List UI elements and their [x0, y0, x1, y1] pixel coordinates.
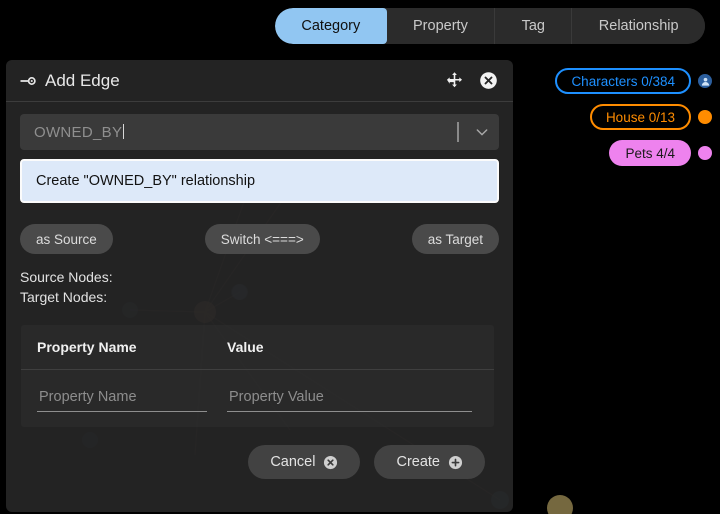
dot-icon	[698, 110, 712, 124]
category-legend: Characters 0/384 House 0/13 Pets 4/4	[555, 68, 712, 166]
combobox-divider	[457, 122, 459, 142]
view-tabs[interactable]: Category Property Tag Relationship	[275, 8, 705, 44]
role-button-row: as Source Switch <===> as Target	[20, 224, 499, 254]
property-value-input[interactable]	[227, 386, 472, 412]
tab-relationship[interactable]: Relationship	[572, 8, 705, 44]
legend-chip-pets[interactable]: Pets 4/4	[609, 140, 691, 166]
column-header-property-name: Property Name	[37, 339, 227, 355]
tab-category[interactable]: Category	[275, 8, 387, 44]
relationship-type-input[interactable]: OWNED_BY	[34, 124, 457, 141]
as-source-button[interactable]: as Source	[20, 224, 113, 254]
cancel-button-label: Cancel	[270, 454, 315, 470]
source-nodes-label: Source Nodes:	[20, 269, 499, 285]
cancel-button[interactable]: Cancel	[248, 445, 360, 479]
relationship-type-combobox[interactable]: OWNED_BY	[20, 114, 499, 150]
create-relationship-suggestion[interactable]: Create "OWNED_BY" relationship	[20, 159, 499, 203]
legend-chip-characters[interactable]: Characters 0/384	[555, 68, 691, 94]
tab-property[interactable]: Property	[387, 8, 496, 44]
switch-button[interactable]: Switch <===>	[205, 224, 320, 254]
legend-chip-house[interactable]: House 0/13	[590, 104, 691, 130]
text-cursor	[123, 124, 124, 139]
property-name-input[interactable]	[37, 386, 207, 412]
dialog-body: OWNED_BY Create "OWNED_BY" relationship …	[6, 102, 513, 512]
dialog-title: Add Edge	[45, 71, 432, 91]
legend-item-characters[interactable]: Characters 0/384	[555, 68, 712, 94]
as-target-button[interactable]: as Target	[412, 224, 499, 254]
tab-tag[interactable]: Tag	[495, 8, 572, 44]
table-row	[21, 370, 494, 427]
close-circle-icon	[323, 455, 338, 470]
add-edge-dialog: Add Edge OWNED_BY	[6, 60, 513, 512]
property-value-cell	[227, 386, 478, 412]
property-table-header: Property Name Value	[21, 325, 494, 370]
move-icon[interactable]	[442, 69, 466, 93]
property-table: Property Name Value	[21, 325, 494, 427]
chevron-down-icon[interactable]	[471, 121, 493, 143]
legend-item-house[interactable]: House 0/13	[590, 104, 712, 130]
app-root: Category Property Tag Relationship Chara…	[0, 0, 720, 514]
legend-item-pets[interactable]: Pets 4/4	[609, 140, 712, 166]
edge-icon	[19, 72, 37, 90]
avatar-icon	[698, 74, 712, 88]
column-header-value: Value	[227, 339, 478, 355]
dot-icon	[698, 146, 712, 160]
create-button-label: Create	[396, 454, 440, 470]
target-nodes-label: Target Nodes:	[20, 289, 499, 305]
relationship-type-value: OWNED_BY	[34, 124, 122, 141]
create-button[interactable]: Create	[374, 445, 485, 479]
property-name-cell	[37, 386, 227, 412]
plus-circle-icon	[448, 455, 463, 470]
close-circle-icon[interactable]	[476, 69, 500, 93]
dialog-header[interactable]: Add Edge	[6, 60, 513, 102]
dialog-footer: Cancel Create	[20, 427, 499, 479]
